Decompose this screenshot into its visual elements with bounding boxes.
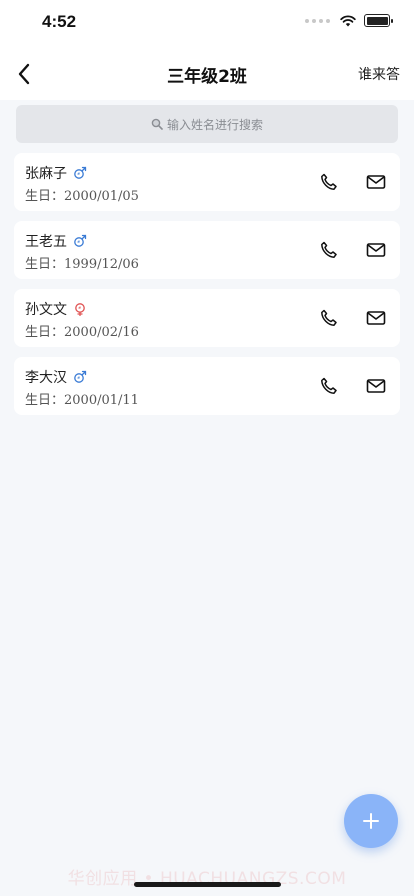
- student-name: 孙文文: [25, 302, 67, 318]
- male-icon: [74, 234, 87, 247]
- student-name: 张麻子: [25, 166, 67, 182]
- name-row: 李大汉: [25, 367, 87, 387]
- status-bar: 4:52: [0, 0, 414, 48]
- wifi-icon: [340, 14, 356, 26]
- plus-icon: [363, 813, 379, 829]
- add-student-button[interactable]: [344, 794, 398, 848]
- birth-label: 生日：: [25, 393, 65, 408]
- birth-date: 2000/02/16: [64, 325, 139, 340]
- who-answers-button[interactable]: 谁来答: [358, 64, 400, 84]
- student-name: 王老五: [25, 234, 67, 250]
- mail-icon: [366, 311, 386, 325]
- phone-icon: [321, 241, 337, 258]
- message-button[interactable]: [364, 171, 388, 193]
- birth-label: 生日：: [25, 189, 65, 204]
- birth-date: 1999/12/06: [64, 257, 139, 272]
- message-button[interactable]: [364, 239, 388, 261]
- call-button[interactable]: [318, 307, 340, 329]
- search-input[interactable]: 输入姓名进行搜索: [16, 105, 398, 143]
- student-card[interactable]: 王老五 生日：1999/12/06: [14, 221, 400, 279]
- home-indicator[interactable]: [134, 882, 281, 887]
- student-card[interactable]: 孙文文 生日：2000/02/16: [14, 289, 400, 347]
- student-name: 李大汉: [25, 370, 67, 386]
- phone-icon: [321, 173, 337, 190]
- phone-icon: [321, 377, 337, 394]
- female-icon: [75, 303, 85, 316]
- phone-icon: [321, 309, 337, 326]
- male-icon: [74, 370, 87, 383]
- battery-icon: [364, 14, 393, 27]
- birth-info: 生日：1999/12/06: [25, 253, 139, 272]
- screen: 4:52 三年级2班 谁来答 输入姓名进行搜索 张麻子 生日：2000/01/0…: [0, 0, 414, 896]
- male-icon: [74, 166, 87, 179]
- status-time: 4:52: [42, 12, 77, 31]
- search-placeholder: 输入姓名进行搜索: [166, 117, 263, 132]
- student-card[interactable]: 张麻子 生日：2000/01/05: [14, 153, 400, 211]
- name-row: 张麻子: [25, 163, 87, 183]
- mail-icon: [366, 175, 386, 189]
- student-list: 张麻子 生日：2000/01/05 王老五 生日：1999/12/06 孙文文 …: [14, 153, 400, 425]
- name-row: 孙文文: [25, 299, 87, 319]
- call-button[interactable]: [318, 171, 340, 193]
- birth-info: 生日：2000/02/16: [25, 321, 139, 340]
- birth-date: 2000/01/05: [64, 189, 139, 204]
- search-icon: [151, 118, 163, 130]
- birth-info: 生日：2000/01/05: [25, 185, 139, 204]
- birth-date: 2000/01/11: [64, 393, 139, 408]
- call-button[interactable]: [318, 375, 340, 397]
- page-title: 三年级2班: [167, 67, 247, 87]
- mail-icon: [366, 379, 386, 393]
- message-button[interactable]: [364, 375, 388, 397]
- nav-bar: 三年级2班 谁来答: [0, 48, 414, 100]
- signal-icon: [305, 18, 330, 23]
- birth-label: 生日：: [25, 325, 65, 340]
- student-card[interactable]: 李大汉 生日：2000/01/11: [14, 357, 400, 415]
- message-button[interactable]: [364, 307, 388, 329]
- status-indicators: [305, 14, 393, 27]
- birth-label: 生日：: [25, 257, 65, 272]
- birth-info: 生日：2000/01/11: [25, 389, 139, 408]
- call-button[interactable]: [318, 239, 340, 261]
- name-row: 王老五: [25, 231, 87, 251]
- mail-icon: [366, 243, 386, 257]
